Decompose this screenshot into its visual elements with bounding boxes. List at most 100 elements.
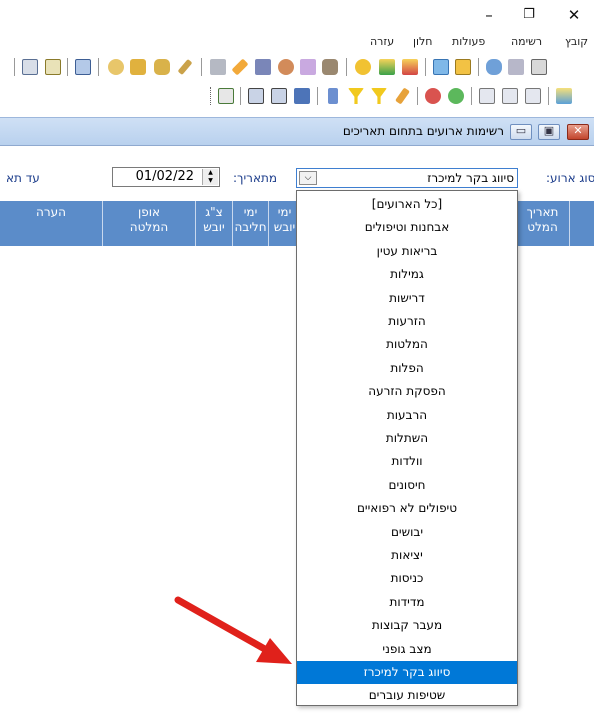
page-back-icon[interactable] xyxy=(502,88,518,104)
spin-up-icon[interactable]: ▲ xyxy=(203,169,218,177)
column-header-note[interactable]: הערה xyxy=(0,201,102,246)
event-type-dropdown-list[interactable]: [כל הארועים] אבחנות וטיפולים בריאות עטין גמ… xyxy=(296,190,518,706)
upload-icon[interactable] xyxy=(379,59,395,75)
toolbar-separator xyxy=(346,58,347,76)
user-icon[interactable] xyxy=(278,59,294,75)
box-icon[interactable] xyxy=(108,59,124,75)
dropdown-option[interactable]: מעבר קבוצות xyxy=(297,614,517,637)
child-window-caption: ✕ ▣ ▭ רשימות ארועים בתחום תאריכים xyxy=(0,117,594,146)
people-icon[interactable] xyxy=(455,59,471,75)
restore-icon: ▣ xyxy=(543,124,555,137)
save-icon[interactable] xyxy=(294,88,310,104)
scale-icon[interactable] xyxy=(433,59,449,75)
dropdown-option[interactable]: חיסונים xyxy=(297,474,517,497)
dropdown-option[interactable]: סיווג בקר למיכרז xyxy=(297,661,517,685)
dropdown-option[interactable]: טיפולים לא רפואיים xyxy=(297,497,517,520)
column-header-milking-days[interactable]: ימי חליבה xyxy=(232,201,268,246)
chevron-down-icon[interactable]: ⌵ xyxy=(299,171,317,185)
dropdown-option[interactable]: הפלות xyxy=(297,357,517,380)
download-icon[interactable] xyxy=(402,59,418,75)
page-icon[interactable] xyxy=(525,88,541,104)
dropdown-option[interactable]: כניסות xyxy=(297,567,517,590)
tools-icon[interactable] xyxy=(300,59,316,75)
table-icon[interactable] xyxy=(22,59,38,75)
dropdown-option[interactable]: השתלות xyxy=(297,427,517,450)
cow-green-icon[interactable] xyxy=(448,88,464,104)
dropdown-option[interactable]: המלטות xyxy=(297,333,517,356)
menu-list[interactable]: רשימה xyxy=(511,35,542,48)
menu-help[interactable]: עזרה xyxy=(370,35,394,48)
dropdown-option[interactable]: דרישות xyxy=(297,287,517,310)
chart-icon[interactable] xyxy=(75,59,91,75)
dropdown-option[interactable]: שטיפות עוברים xyxy=(297,684,517,707)
pen-icon[interactable] xyxy=(177,58,193,76)
column-header-dry-status[interactable]: צ"ג יובש xyxy=(195,201,232,246)
medical-icon[interactable] xyxy=(355,59,371,75)
toolbar-main xyxy=(0,55,594,79)
dropdown-option[interactable]: אבחנות וטיפולים xyxy=(297,216,517,239)
toolbar-separator xyxy=(14,58,15,76)
jar-icon[interactable] xyxy=(154,59,170,75)
minimize-window-button[interactable]: – xyxy=(479,6,499,24)
dropdown-option[interactable]: בריאות עטין xyxy=(297,240,517,263)
child-restore-button[interactable]: ▣ xyxy=(538,124,560,140)
toolbar-grip[interactable] xyxy=(210,87,213,105)
dropdown-option[interactable]: מצב גופני xyxy=(297,638,517,661)
dropdown-option[interactable]: הפסקת הזרעה xyxy=(297,380,517,403)
export-icon[interactable] xyxy=(556,88,572,104)
bottle-icon[interactable] xyxy=(231,58,249,76)
dropdown-option[interactable]: וולדות xyxy=(297,450,517,473)
filter-clear-icon[interactable] xyxy=(371,88,387,104)
sort-icon[interactable] xyxy=(328,88,338,104)
text-icon[interactable] xyxy=(210,59,226,75)
wrench-icon[interactable] xyxy=(255,59,271,75)
filter-icon[interactable] xyxy=(348,88,364,104)
event-type-label: סוג ארוע: xyxy=(546,171,594,185)
column-header-calving-method[interactable]: אופן המלטה xyxy=(102,201,195,246)
to-date-label: עד תא xyxy=(6,171,40,185)
cow-icon[interactable] xyxy=(486,59,502,75)
open-folder-icon[interactable] xyxy=(531,59,547,75)
column-header-select[interactable] xyxy=(569,201,594,246)
child-close-button[interactable]: ✕ xyxy=(567,124,589,140)
dropdown-option[interactable]: מדידות xyxy=(297,591,517,614)
toolbar-separator xyxy=(425,58,426,76)
toolbar-secondary xyxy=(0,84,594,108)
spin-down-icon[interactable]: ▼ xyxy=(203,177,218,185)
dropdown-option[interactable]: יבושים xyxy=(297,521,517,544)
column-header-calving-date[interactable]: תאריך המלט xyxy=(515,201,569,246)
tag-icon[interactable] xyxy=(395,87,410,105)
menu-bar: קובץ רשימה פעולות חלון עזרה xyxy=(0,34,594,52)
dropdown-option[interactable]: יציאות xyxy=(297,544,517,567)
dropdown-option[interactable]: גמילות xyxy=(297,263,517,286)
child-minimize-button[interactable]: ▭ xyxy=(510,124,532,140)
event-type-value: סיווג בקר למיכרז xyxy=(427,171,514,185)
cow-red-icon[interactable] xyxy=(425,88,441,104)
event-type-combobox[interactable]: סיווג בקר למיכרז ⌵ xyxy=(296,168,518,188)
date-spinner[interactable]: ▲ ▼ xyxy=(202,169,218,185)
close-icon: ✕ xyxy=(573,124,583,137)
grid-icon[interactable] xyxy=(45,59,61,75)
search-icon[interactable] xyxy=(322,59,338,75)
menu-file[interactable]: קובץ xyxy=(565,35,588,48)
toolbar-separator xyxy=(67,58,68,76)
tree-icon[interactable] xyxy=(218,88,234,104)
menu-actions[interactable]: פעולות xyxy=(452,35,485,48)
page-next-icon[interactable] xyxy=(479,88,495,104)
print-preview-icon[interactable] xyxy=(271,88,287,104)
key-icon[interactable] xyxy=(130,59,146,75)
app-title-bar: – ❐ ✕ xyxy=(0,0,594,30)
calculator-icon[interactable] xyxy=(508,59,524,75)
from-date-input[interactable]: 01/02/22 ▲ ▼ xyxy=(112,167,220,187)
toolbar-separator xyxy=(478,58,479,76)
child-window-title: רשימות ארועים בתחום תאריכים xyxy=(342,124,504,138)
close-window-button[interactable]: ✕ xyxy=(564,6,584,24)
menu-window[interactable]: חלון xyxy=(413,35,432,48)
toolbar-separator xyxy=(417,87,418,105)
dropdown-option[interactable]: הרבעות xyxy=(297,404,517,427)
dropdown-option[interactable]: [כל הארועים] xyxy=(297,193,517,216)
print-icon[interactable] xyxy=(248,88,264,104)
maximize-window-button[interactable]: ❐ xyxy=(519,6,539,24)
dropdown-option[interactable]: הזרעות xyxy=(297,310,517,333)
minimize-icon: ▭ xyxy=(515,124,527,137)
